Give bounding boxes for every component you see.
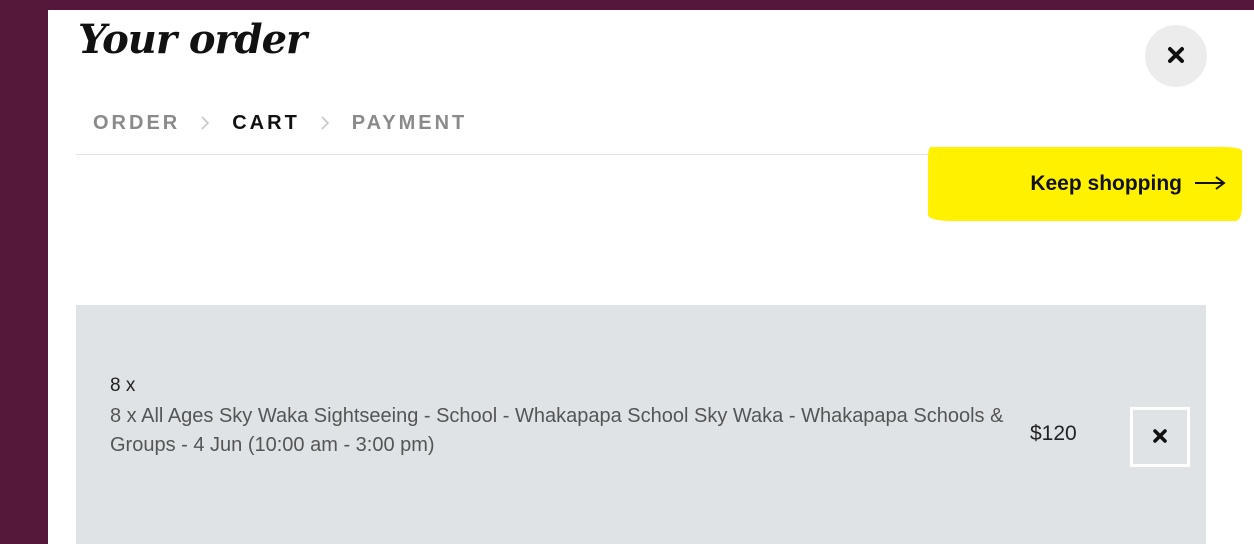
checkout-breadcrumb: ORDER CART PAYMENT <box>93 110 467 136</box>
chevron-right-icon <box>320 115 330 131</box>
cart-items: 8 x 8 x All Ages Sky Waka Sightseeing - … <box>76 305 1206 544</box>
keep-shopping-button[interactable]: Keep shopping <box>928 147 1242 221</box>
close-icon <box>1167 46 1185 67</box>
arrow-right-icon <box>1194 175 1226 194</box>
keep-shopping-label: Keep shopping <box>1030 172 1182 195</box>
item-quantity: 8 x <box>110 375 136 396</box>
remove-item-button[interactable] <box>1130 407 1190 467</box>
modal-backdrop[interactable] <box>0 0 48 544</box>
order-modal: Your order ORDER CART PAYMENT Keep shopp… <box>48 10 1254 544</box>
modal-title: Your order <box>78 16 307 63</box>
close-modal-button[interactable] <box>1145 25 1207 87</box>
breadcrumb-step-payment: PAYMENT <box>351 112 468 134</box>
breadcrumb-step-cart: CART <box>232 112 300 134</box>
chevron-right-icon <box>200 115 210 131</box>
item-description: 8 x All Ages Sky Waka Sightseeing - Scho… <box>110 405 1004 456</box>
item-price: $120 <box>1030 422 1077 445</box>
close-icon <box>1152 428 1168 447</box>
breadcrumb-step-order[interactable]: ORDER <box>93 110 180 136</box>
modal-backdrop-top[interactable] <box>0 0 1254 10</box>
